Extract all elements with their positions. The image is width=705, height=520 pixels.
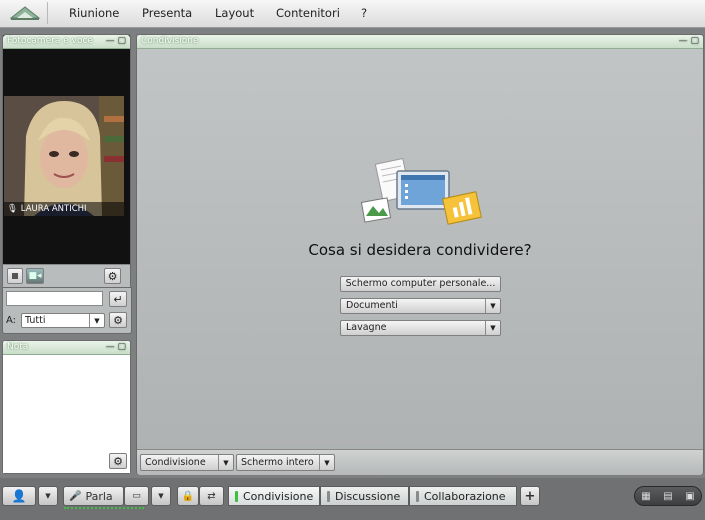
tab-condivisione-label: Condivisione — [243, 489, 314, 503]
talk-dropdown-button[interactable]: ▼ — [151, 486, 171, 506]
chevron-down-icon: ▼ — [319, 455, 334, 470]
camera-panel-title: Fotocamera e voce — [7, 36, 93, 46]
share-panel-title: Condivisione — [141, 36, 199, 46]
audio-settings-button[interactable]: ▭ — [124, 486, 149, 506]
share-question: Cosa si desidera condividere? — [308, 241, 532, 259]
share-documents-label: Documenti — [346, 300, 398, 311]
tab-discussione[interactable]: Discussione — [320, 486, 409, 506]
participant-label: 🎙 LAURA ANTICHI — [4, 202, 124, 216]
notes-panel: Nota — ▢ ⚙ — [2, 340, 131, 474]
view-mode-switcher[interactable]: ▦ ▤ ▣ — [634, 486, 702, 506]
chat-message-input[interactable] — [6, 291, 103, 306]
menu-presenta[interactable]: Presenta — [142, 6, 192, 20]
fullscreen-select[interactable]: Schermo intero ▼ — [236, 454, 335, 471]
participant-video-image — [4, 96, 124, 216]
fullscreen-label: Schermo intero — [241, 457, 314, 468]
status-dropdown-button[interactable]: ▼ — [38, 486, 58, 506]
user-status-icon: 👤 — [11, 489, 27, 503]
share-panel-window-controls[interactable]: — ▢ — [679, 35, 699, 48]
notes-panel-window-controls[interactable]: — ▢ — [106, 341, 126, 354]
list-view-icon[interactable]: ▤ — [663, 491, 672, 502]
recipient-select[interactable]: Tutti ▼ — [21, 313, 105, 328]
phone-icon: ▭ — [132, 491, 141, 501]
inactive-indicator — [416, 490, 419, 502]
lock-button[interactable]: 🔒 — [177, 486, 199, 506]
audio-level-indicator — [64, 507, 144, 511]
camera-panel-header: Fotocamera e voce — ▢ — [3, 35, 130, 49]
participant-name: LAURA ANTICHI — [20, 204, 87, 214]
recipient-label: A: — [6, 315, 17, 326]
chevron-down-icon: ▼ — [45, 492, 51, 500]
talk-button[interactable]: 🎤 Parla — [63, 486, 124, 506]
handshake-icon: ⇄ — [207, 490, 216, 502]
menu-contenitori[interactable]: Contenitori — [276, 6, 340, 20]
send-message-button[interactable]: ↵ — [109, 291, 127, 307]
add-layout-label: + — [524, 488, 536, 504]
chevron-down-icon: ▼ — [485, 299, 500, 313]
share-panel-footer: Condivisione ▼ Schermo intero ▼ — [137, 449, 703, 475]
chevron-down-icon: ▼ — [218, 455, 233, 470]
share-whiteboards-label: Lavagne — [346, 322, 387, 333]
tab-collaborazione-label: Collaborazione — [424, 489, 506, 503]
notes-options-button[interactable]: ⚙ — [109, 453, 127, 469]
gear-icon: ⚙ — [113, 454, 123, 468]
microphone-icon: 🎤 — [69, 490, 82, 502]
share-whiteboards-select[interactable]: Lavagne ▼ — [340, 320, 501, 336]
menu-layout[interactable]: Layout — [215, 6, 254, 20]
share-illustration-icon — [360, 157, 483, 228]
grid-view-icon[interactable]: ▦ — [641, 491, 650, 502]
share-mode-label: Condivisione — [145, 457, 206, 468]
chevron-down-icon: ▼ — [485, 321, 500, 335]
talk-label: Parla — [85, 489, 113, 503]
tab-discussione-label: Discussione — [335, 489, 401, 503]
share-panel: Condivisione — ▢ Cosa si desidera condiv… — [136, 34, 704, 475]
notes-panel-header: Nota — ▢ — [3, 341, 130, 355]
inactive-indicator — [327, 490, 330, 502]
camera-panel: Fotocamera e voce — ▢ 🎙 LAURA ANTICHI ■◂ … — [2, 34, 131, 288]
add-layout-button[interactable]: + — [520, 486, 540, 506]
recipient-value: Tutti — [25, 315, 46, 326]
camera-panel-window-controls[interactable]: — ▢ — [106, 35, 126, 48]
chat-panel: ↵ A: Tutti ▼ ⚙ — [2, 287, 132, 334]
menu-bar: Riunione Presenta Layout Contenitori ? — [0, 0, 705, 28]
menu-riunione[interactable]: Riunione — [69, 6, 119, 20]
share-documents-select[interactable]: Documenti ▼ — [340, 298, 501, 314]
full-view-icon[interactable]: ▣ — [685, 491, 694, 502]
pods-button[interactable]: ⇄ — [199, 486, 224, 506]
microphone-icon: 🎙 — [7, 204, 18, 214]
chevron-down-icon: ▼ — [89, 314, 104, 327]
share-panel-header: Condivisione — ▢ — [137, 35, 703, 49]
notes-panel-title: Nota — [7, 342, 29, 352]
enter-icon: ↵ — [113, 292, 123, 306]
share-mode-select[interactable]: Condivisione ▼ — [140, 454, 234, 471]
menu-help[interactable]: ? — [361, 6, 367, 20]
tab-condivisione[interactable]: Condivisione — [228, 486, 320, 506]
chevron-down-icon: ▼ — [158, 492, 164, 500]
status-button[interactable]: 👤 — [2, 486, 36, 506]
stop-camera-button[interactable] — [7, 268, 23, 284]
tab-collaborazione[interactable]: Collaborazione — [409, 486, 517, 506]
lock-icon: 🔒 — [181, 490, 195, 502]
camera-toggle-button[interactable]: ■◂ — [26, 268, 44, 284]
stop-icon — [12, 273, 18, 279]
app-logo-icon[interactable] — [3, 2, 48, 24]
video-feed: 🎙 LAURA ANTICHI — [4, 96, 124, 216]
share-screen-button[interactable]: Schermo computer personale... — [340, 276, 501, 292]
gear-icon: ⚙ — [107, 269, 118, 283]
camera-options-button[interactable]: ⚙ — [104, 268, 121, 284]
camera-controls: ■◂ ⚙ — [3, 264, 130, 288]
camera-icon: ■◂ — [28, 271, 42, 281]
active-indicator — [235, 490, 238, 502]
chat-options-button[interactable]: ⚙ — [109, 312, 127, 328]
gear-icon: ⚙ — [113, 313, 123, 327]
